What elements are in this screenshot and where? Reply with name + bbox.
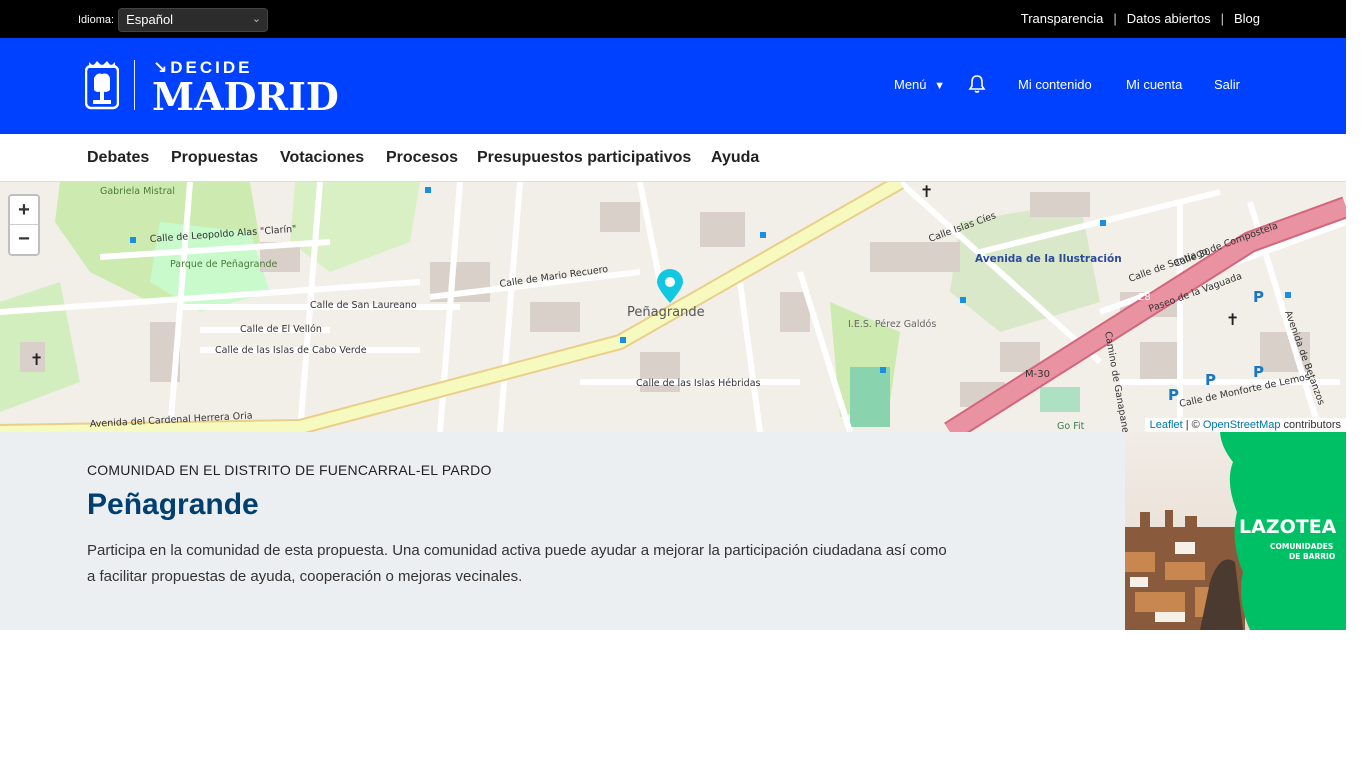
marker-label: Peñagrande <box>627 305 705 320</box>
link-blog[interactable]: Blog <box>1234 11 1260 26</box>
caret-down-icon: ▼ <box>934 80 946 92</box>
svg-text:P: P <box>1253 363 1264 381</box>
bell-icon[interactable] <box>967 74 987 94</box>
svg-text:✝: ✝ <box>920 182 933 201</box>
community-kicker: COMUNIDAD EN EL DISTRITO DE FUENCARRAL-E… <box>87 462 492 478</box>
madrid-emblem-icon[interactable] <box>85 60 119 110</box>
map-attribution: Leaflet | © OpenStreetMap contributors <box>1144 418 1346 432</box>
main-nav: Debates Propuestas Votaciones Procesos P… <box>0 134 1346 182</box>
park-area <box>290 182 420 272</box>
link-transparencia[interactable]: Transparencia <box>1021 11 1104 26</box>
street-label: Calle de las Islas Hébridas <box>636 378 761 389</box>
top-links: Transparencia | Datos abiertos | Blog <box>1021 11 1260 26</box>
site-header: ↘DECIDE MADRID Menú ▼ Mi contenido Mi cu… <box>0 38 1346 134</box>
svg-text:P: P <box>1253 288 1264 306</box>
svg-text:P: P <box>1205 371 1216 389</box>
my-content-link[interactable]: Mi contenido <box>1018 77 1092 92</box>
top-bar: Idioma: Español ⌄ Transparencia | Datos … <box>0 0 1346 38</box>
highway-label: M-30 <box>1025 369 1050 380</box>
menu-label: Menú <box>894 77 927 92</box>
sports-field <box>850 367 890 427</box>
svg-text:✝: ✝ <box>1226 310 1239 329</box>
chevron-down-icon: ⌄ <box>251 13 262 25</box>
separator: | <box>1113 11 1117 26</box>
nav-ayuda[interactable]: Ayuda <box>711 149 759 167</box>
zoom-in-button[interactable]: + <box>10 196 38 225</box>
logo-madrid[interactable]: MADRID <box>152 74 339 119</box>
street-label: Calle de las Islas de Cabo Verde <box>215 345 367 356</box>
street-label: Calle de El Vellón <box>240 324 322 335</box>
street-label: Calle de Monforte de Lemos <box>1178 372 1310 410</box>
park-label: Gabriela Mistral <box>100 186 175 197</box>
school-label: I.E.S. Pérez Galdós <box>848 319 936 330</box>
nav-votaciones[interactable]: Votaciones <box>280 149 364 167</box>
nav-propuestas[interactable]: Propuestas <box>171 149 258 167</box>
location-marker-icon <box>657 269 683 303</box>
link-datos-abiertos[interactable]: Datos abiertos <box>1127 11 1211 26</box>
sports-field <box>1040 387 1080 412</box>
language-label: Idioma: <box>78 14 115 26</box>
logout-link[interactable]: Salir <box>1214 77 1240 92</box>
promo-title: LAZOTEA <box>1239 516 1337 538</box>
language-select[interactable]: Español ⌄ <box>118 8 269 32</box>
street-label: Calle de San Laureano <box>310 300 417 311</box>
my-account-link[interactable]: Mi cuenta <box>1126 77 1182 92</box>
osm-link[interactable]: OpenStreetMap <box>1203 419 1281 431</box>
area-label: Avenida de la Ilustración <box>975 253 1122 265</box>
nav-debates[interactable]: Debates <box>87 149 149 167</box>
zoom-control: + − <box>8 194 40 256</box>
promo-subtitle-1: COMUNIDADES <box>1270 542 1333 551</box>
language-value: Español <box>126 12 174 27</box>
promo-subtitle-2: DE BARRIO <box>1289 552 1335 561</box>
svg-text:✝: ✝ <box>30 350 43 369</box>
svg-text:P: P <box>1168 386 1179 404</box>
promo-image: LAZOTEA COMUNIDADES DE BARRIO <box>1125 432 1346 630</box>
road-number-label: 28 <box>1138 292 1151 303</box>
community-description: Participa en la comunidad de esta propue… <box>87 542 947 585</box>
language-selector: Idioma: Español ⌄ <box>78 8 269 32</box>
poi-label: Go Fit <box>1057 421 1085 432</box>
zoom-out-button[interactable]: − <box>10 225 38 254</box>
nav-procesos[interactable]: Procesos <box>386 149 458 167</box>
lazotea-promo[interactable]: LAZOTEA COMUNIDADES DE BARRIO <box>1125 432 1346 630</box>
logo-divider <box>134 60 135 110</box>
nav-presupuestos[interactable]: Presupuestos participativos <box>477 149 691 167</box>
map-tiles: Calle de Leopoldo Alas "Clarín" Parque d… <box>0 182 1346 432</box>
community-title: Peñagrande <box>87 488 259 521</box>
separator: | <box>1220 11 1224 26</box>
park-label: Parque de Peñagrande <box>170 259 278 270</box>
menu-button[interactable]: Menú ▼ <box>894 77 945 92</box>
leaflet-link[interactable]: Leaflet <box>1150 419 1183 431</box>
map[interactable]: Calle de Leopoldo Alas "Clarín" Parque d… <box>0 182 1346 432</box>
community-banner: COMUNIDAD EN EL DISTRITO DE FUENCARRAL-E… <box>0 432 1346 630</box>
